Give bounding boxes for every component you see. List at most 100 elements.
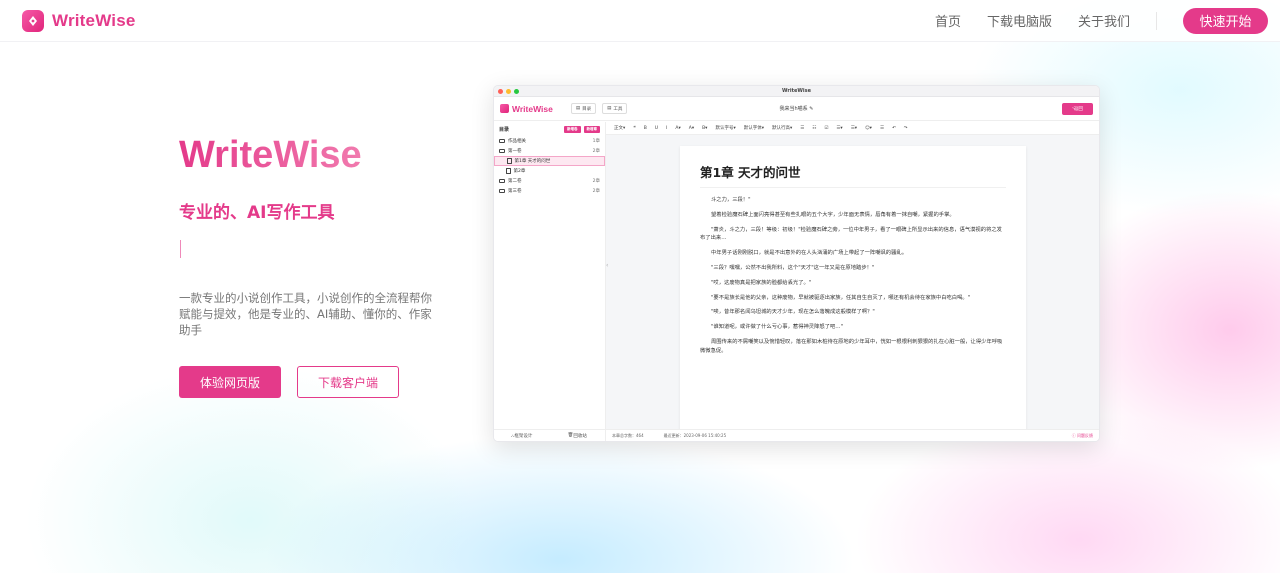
hero-subtitle: 专业的、AI写作工具 <box>179 203 335 223</box>
toolbar-item[interactable]: ↷ <box>904 126 908 131</box>
tree-item-count: 2章 <box>592 189 600 194</box>
nav-link-about[interactable]: 关于我们 <box>1078 11 1130 30</box>
document-paragraph: "三段？嘿嘿，公然不出我所料，这个"天才"这一年又是在原地踏步！" <box>711 264 875 271</box>
hero-title: WriteWise <box>179 134 362 176</box>
app-header: WriteWise ▤ 目录 ▤ 工具 我来当h喵系 ✎ ‹ 返回 <box>494 97 1099 121</box>
catalog-button[interactable]: ▤ 目录 <box>570 103 597 114</box>
pen-logo-icon <box>22 9 44 32</box>
document-paragraph: "哎，这废物真是把家族的脸都给丢光了。" <box>711 279 812 286</box>
toolbar-item[interactable]: U <box>655 126 658 131</box>
close-dot-icon <box>498 89 503 94</box>
maximize-dot-icon <box>514 89 519 94</box>
folder-icon <box>499 188 505 194</box>
tree-item-label: 作品相关 <box>508 139 526 144</box>
document-paragraph: "唉，昔年那名闻乌坦城的天才少年，现在怎么落魄成这般模样了啊？" <box>711 309 875 316</box>
file-icon <box>506 168 511 174</box>
add-chapter-button[interactable]: 新增章 <box>583 125 600 133</box>
toolbar-item[interactable]: ☰▾ <box>836 126 842 131</box>
brand-logo[interactable]: WriteWise <box>22 9 136 32</box>
editor-area: 正文▾ ❝ B U I A▾ A▾ B▾ 默认字号▾ 默认字体▾ 默认行高▾ ☰ ☷ ☑ ☰▾ ☰▾ ☺▾ ☰ ↶ ↷… <box>606 122 1099 441</box>
framework-design-button[interactable]: ⛬ 框架设计 <box>494 430 550 441</box>
tools-label: 工具 <box>613 106 623 112</box>
volume-item[interactable]: 第三卷 2章 <box>494 186 605 196</box>
app-preview-window: WriteWise WriteWise ▤ 目录 ▤ 工具 我来当h喵系 ✎ ‹… <box>493 85 1100 442</box>
chapter-tree: 作品相关 1章 第一卷 2章 第1章 天才的问世 第2章 第二卷 2章 第三卷 2章 <box>494 136 605 196</box>
chapter-sidebar: 目录 新增卷 新增章 作品相关 1章 第一卷 2章 第1章 天才的问世 第2章 第二卷 2章第… <box>494 122 606 441</box>
nav-links: 首页 下载电脑版 关于我们 快速开始 <box>935 7 1268 34</box>
toolbar-item[interactable]: 默认字号▾ <box>715 125 735 131</box>
tree-item-label: 第三卷 <box>508 189 522 194</box>
window-title: WriteWise <box>782 88 811 94</box>
document-body: 斗之力，三段！" 望着检验魔石碑上面闪亮得甚至有些扎眼的五个大字，少年面无表情，唇… <box>700 196 1006 356</box>
minimize-dot-icon <box>506 89 511 94</box>
document-page[interactable]: 第1章 天才的问世 斗之力，三段！" 望着检验魔石碑上面闪亮得甚至有些扎眼的五个大… <box>680 146 1026 436</box>
status-bar: 本章总字数：464 最近更新：2023-09-06 15:40:25 ⓘ 问题反… <box>606 429 1099 441</box>
app-logo: WriteWise <box>500 104 553 114</box>
folder-icon <box>499 178 505 184</box>
word-count: 本章总字数：464 <box>612 432 644 438</box>
toolbar-item[interactable]: ☰ <box>800 126 804 131</box>
toolbar-item[interactable]: I <box>666 126 667 131</box>
toolbar-item[interactable]: ☰ <box>880 126 884 131</box>
toolbar-item[interactable]: B <box>644 126 647 131</box>
last-update: 最近更新：2023-09-06 15:40:25 <box>663 432 727 438</box>
brand-name: WriteWise <box>52 10 136 30</box>
chapter-heading: 第1章 天才的问世 <box>700 165 801 180</box>
toolbar-item[interactable]: B▾ <box>702 126 707 131</box>
toolbar-item[interactable]: 正文▾ <box>614 125 625 131</box>
toolbar-item[interactable]: ↶ <box>892 126 896 131</box>
volume-item[interactable]: 第二卷 2章 <box>494 176 605 186</box>
toolbar-item[interactable]: A▾ <box>675 126 680 131</box>
toolbar-item[interactable]: A▾ <box>689 126 694 131</box>
folder-icon <box>499 148 505 154</box>
quick-start-button[interactable]: 快速开始 <box>1183 7 1268 34</box>
document-paragraph: "要不是族长是他的父亲，这种废物，早就被驱逐出家族，任其自生自灭了，哪还有机会待… <box>711 294 971 301</box>
app-logo-icon <box>500 104 509 113</box>
hero-description: 一款专业的小说创作工具，小说创作的全流程帮你赋能与提效，他是专业的、AI辅助、懂… <box>179 291 432 337</box>
document-paragraph: 斗之力，三段！" <box>711 197 751 203</box>
edit-icon: ✎ <box>809 106 814 112</box>
document-paragraph: 望着检验魔石碑上面闪亮得甚至有些扎眼的五个大字，少年面无表情，唇角有着一抹自嘲，… <box>711 211 955 218</box>
collapse-sidebar-icon[interactable]: ‹ <box>606 262 608 269</box>
document-paragraph: 中年男子话刚刚脱口，就是不出意外的在人头汹涌的广场上带起了一阵嘲讽的骚乱。 <box>711 250 907 257</box>
recycle-bin-button[interactable]: 🗑 回收站 <box>550 430 606 441</box>
toolbar-item[interactable]: 默认行高▾ <box>772 125 792 131</box>
nav-link-home[interactable]: 首页 <box>935 11 961 30</box>
document-paragraph: "萧炎，斗之力，三段！等级：初级！"检验魔石碑之旁，一位中年男子，看了一眼碑上所… <box>700 226 1002 242</box>
tree-item-label: 第1章 天才的问世 <box>514 159 551 164</box>
toolbar-item[interactable]: 默认字体▾ <box>744 125 764 131</box>
tree-item-label: 第2章 <box>513 169 526 174</box>
folder-icon <box>499 138 505 144</box>
volume-item[interactable]: 第一卷 2章 <box>494 146 605 156</box>
app-logo-text: WriteWise <box>512 103 553 114</box>
nav-link-download[interactable]: 下载电脑版 <box>987 11 1052 30</box>
chapter-item[interactable]: 第2章 <box>494 166 605 176</box>
toolbar-item[interactable]: ❝ <box>633 126 635 131</box>
feedback-link[interactable]: ⓘ 问题反馈 <box>1072 433 1093 439</box>
tree-item-count: 2章 <box>592 179 600 184</box>
doc-icon: ▤ <box>575 106 581 111</box>
tree-item-label: 第二卷 <box>508 179 522 184</box>
tree-item-count: 2章 <box>592 149 600 154</box>
toolbar-item[interactable]: ☺▾ <box>865 126 872 131</box>
toolbar-item[interactable]: ☷ <box>812 126 816 131</box>
back-button[interactable]: ‹ 返回 <box>1062 102 1093 115</box>
editor-toolbar: 正文▾ ❝ B U I A▾ A▾ B▾ 默认字号▾ 默认字体▾ 默认行高▾ ☰ ☷ ☑ ☰▾ ☰▾ ☺▾ ☰ ↶ ↷ <box>606 122 1099 135</box>
typing-caret <box>180 240 181 258</box>
chapter-item[interactable]: 第1章 天才的问世 <box>494 156 605 166</box>
back-label: 返回 <box>1073 106 1083 112</box>
try-web-button[interactable]: 体验网页版 <box>179 366 281 398</box>
add-volume-button[interactable]: 新增卷 <box>564 125 581 133</box>
document-paragraph: "谁知道呢，或许做了什么亏心事，惹得神灵降怒了吧…" <box>711 324 843 331</box>
tree-item-label: 第一卷 <box>508 149 522 154</box>
nav-divider <box>1156 11 1157 30</box>
toolbar-item[interactable]: ☑ <box>824 126 828 131</box>
tools-icon: ▤ <box>607 106 612 111</box>
file-icon <box>507 158 512 164</box>
toolbar-item[interactable]: ☰▾ <box>851 126 857 131</box>
download-client-button[interactable]: 下载客户端 <box>297 366 399 398</box>
volume-item[interactable]: 作品相关 1章 <box>494 136 605 146</box>
catalog-label: 目录 <box>582 106 592 112</box>
tools-button[interactable]: ▤ 工具 <box>602 103 628 114</box>
document-paragraph: 周围传来的不屑嘲笑以及惋惜轻叹，落在那如木桩待在原地的少年耳中，恍如一根根利刺狠… <box>700 338 1003 354</box>
